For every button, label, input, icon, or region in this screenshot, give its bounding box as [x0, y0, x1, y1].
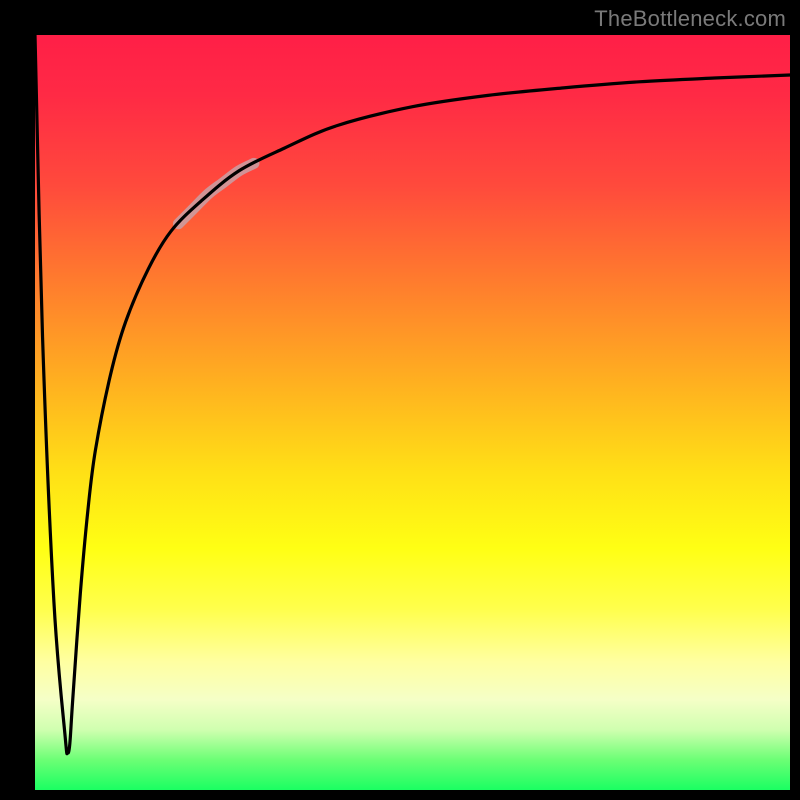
- series-highlight-segment: [178, 163, 254, 223]
- attribution-label: TheBottleneck.com: [594, 6, 786, 32]
- highlight-layer: [178, 163, 254, 223]
- series-curve: [35, 35, 790, 754]
- plot-area: [35, 35, 790, 790]
- curve-layer: [35, 35, 790, 754]
- chart-svg: [35, 35, 790, 790]
- chart-frame: TheBottleneck.com: [0, 0, 800, 800]
